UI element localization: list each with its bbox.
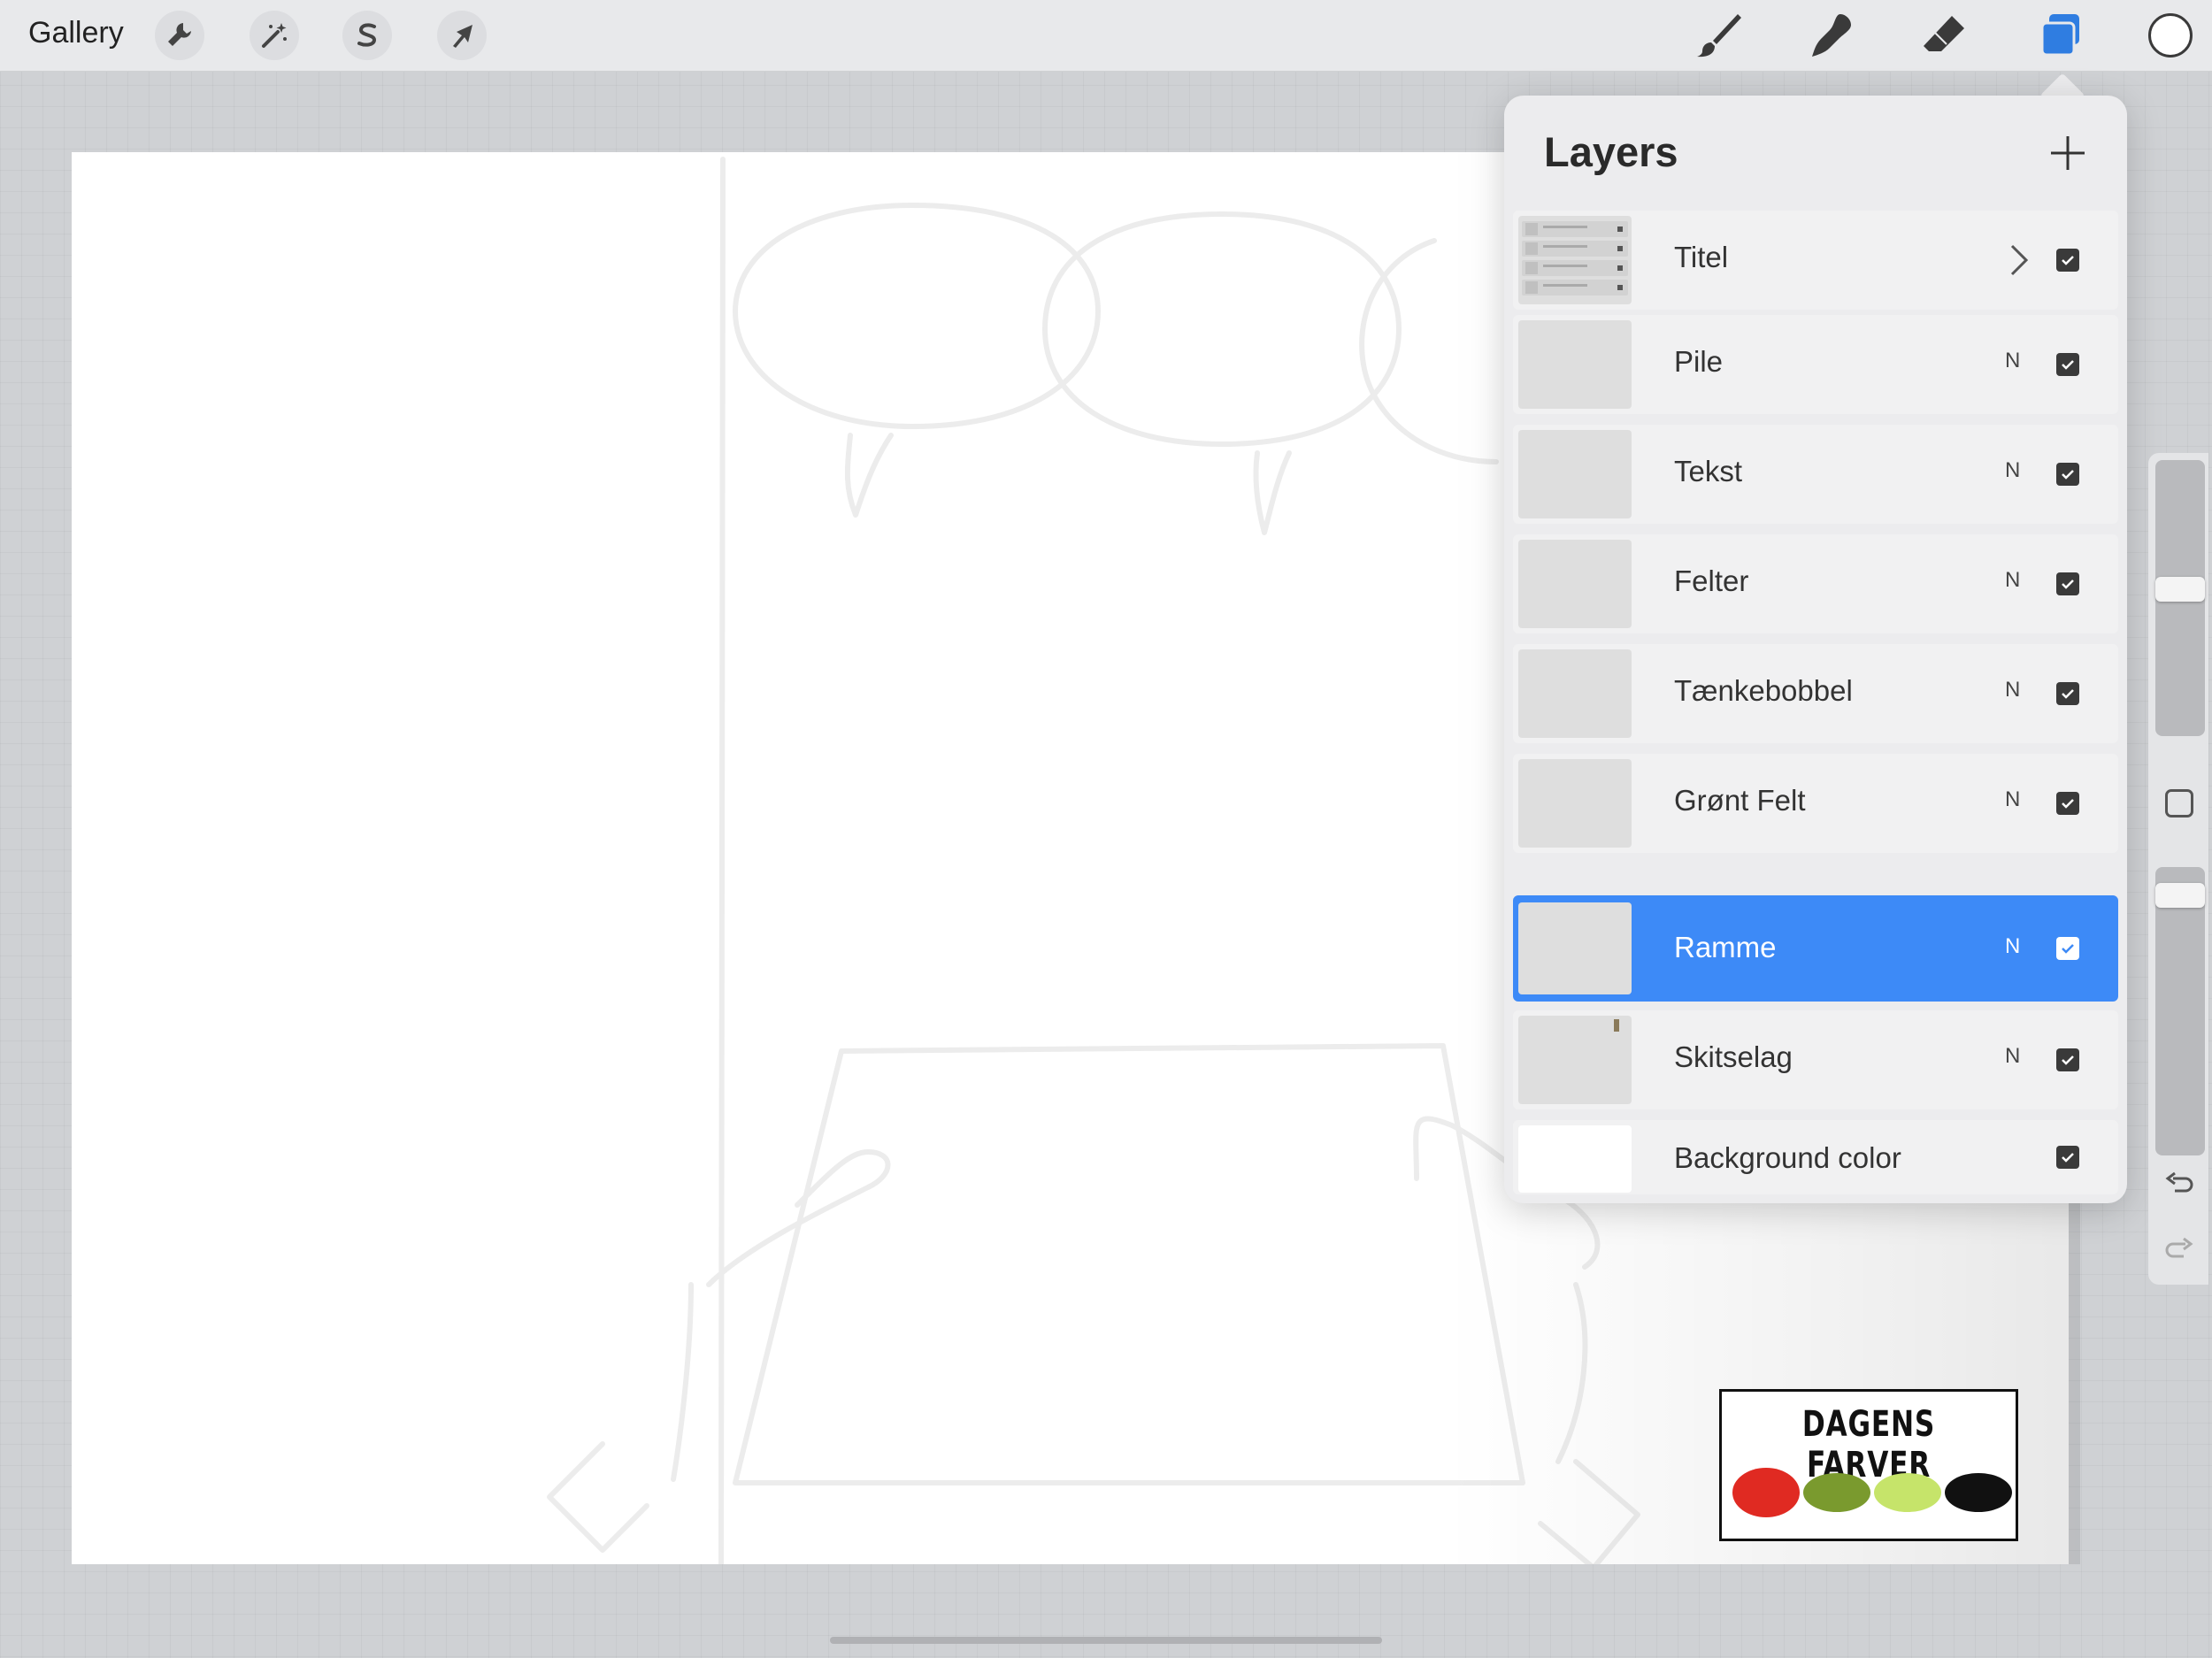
visibility-checkbox[interactable]	[2056, 353, 2079, 376]
layer-thumbnail	[1518, 649, 1632, 738]
layers-tool[interactable]	[2033, 9, 2086, 62]
eraser-icon	[1924, 16, 1964, 51]
home-indicator	[830, 1637, 1382, 1644]
layer-name: Pile	[1674, 345, 1724, 378]
visibility-checkbox[interactable]	[2056, 572, 2079, 595]
opacity-slider[interactable]	[2155, 867, 2205, 1155]
color-picker-button[interactable]	[2148, 13, 2193, 58]
smudge-icon	[1812, 14, 1851, 57]
swatch-3	[1945, 1473, 2012, 1512]
layer-name: Grønt Felt	[1674, 784, 1806, 817]
adjustments-button[interactable]	[250, 11, 299, 60]
transform-arrow-icon	[453, 25, 472, 48]
visibility-checkbox[interactable]	[2056, 249, 2079, 272]
layers-panel: Layers Titel Pile N Tekst N Felter N Tæn…	[1504, 96, 2127, 1203]
layer-name: Ramme	[1674, 931, 1777, 963]
undo-icon[interactable]	[2164, 1171, 2194, 1198]
redo-icon[interactable]	[2164, 1237, 2194, 1263]
visibility-checkbox[interactable]	[2056, 682, 2079, 705]
swatch-2	[1874, 1473, 1941, 1512]
eraser-tool[interactable]	[1918, 9, 1971, 62]
layer-row-ramme[interactable]: Ramme N	[1513, 895, 2118, 1002]
layer-row-skitselag[interactable]: Skitselag N	[1513, 1010, 2118, 1109]
layer-thumbnail	[1518, 430, 1632, 518]
layer-row-pile[interactable]: Pile N	[1513, 315, 2118, 414]
layer-thumbnail	[1518, 759, 1632, 848]
checkmark-icon	[2062, 1153, 2074, 1163]
layer-thumbnail	[1518, 320, 1632, 409]
checkmark-icon	[2062, 1055, 2074, 1065]
selection-button[interactable]	[342, 11, 392, 60]
blend-mode-button[interactable]: N	[2005, 458, 2020, 483]
opacity-thumb[interactable]	[2155, 883, 2205, 908]
checkmark-icon	[2062, 689, 2074, 699]
layer-name: Tekst	[1674, 455, 1743, 487]
chevron-right-icon[interactable]	[2008, 242, 2030, 278]
wrench-icon	[168, 23, 191, 46]
visibility-checkbox[interactable]	[2056, 792, 2079, 815]
modify-button[interactable]	[2165, 789, 2193, 817]
swatch-0	[1732, 1468, 1800, 1517]
blend-mode-button[interactable]: N	[2005, 934, 2020, 959]
blend-mode-button[interactable]: N	[2005, 1044, 2020, 1069]
smudge-tool[interactable]	[1805, 9, 1858, 62]
layer-name: Tænkebobbel	[1674, 674, 1853, 707]
layer-thumbnail	[1518, 1016, 1632, 1104]
layer-name: Titel	[1674, 241, 1729, 273]
visibility-checkbox[interactable]	[2056, 1048, 2079, 1071]
blend-mode-button[interactable]: N	[2005, 787, 2020, 812]
plus-icon[interactable]	[2047, 133, 2088, 173]
layer-row-felter[interactable]: Felter N	[1513, 534, 2118, 633]
layer-row-background-color[interactable]: Background color	[1513, 1120, 2118, 1194]
layer-name: Skitselag	[1674, 1040, 1793, 1073]
gallery-button[interactable]: Gallery	[28, 16, 124, 50]
brush-size-thumb[interactable]	[2155, 577, 2205, 602]
visibility-checkbox[interactable]	[2056, 463, 2079, 486]
checkmark-icon	[2062, 360, 2074, 370]
layer-thumbnail	[1518, 540, 1632, 628]
brush-tool[interactable]	[1692, 9, 1745, 62]
layer-row-tekst[interactable]: Tekst N	[1513, 425, 2118, 524]
layer-row-taenkebobbel[interactable]: Tænkebobbel N	[1513, 644, 2118, 743]
swatch-1	[1803, 1473, 1870, 1512]
layer-row-titel[interactable]: Titel	[1513, 211, 2118, 310]
dagens-farver-logo: DAGENS FARVER	[1719, 1389, 2018, 1541]
checkmark-icon	[2062, 256, 2074, 265]
transform-button[interactable]	[437, 11, 487, 60]
blend-mode-button[interactable]: N	[2005, 568, 2020, 593]
layer-thumbnail	[1518, 216, 1632, 304]
blend-mode-button[interactable]: N	[2005, 678, 2020, 702]
side-slider-bar	[2148, 453, 2208, 1285]
layer-name: Felter	[1674, 564, 1749, 597]
checkmark-icon	[2062, 799, 2074, 809]
layers-icon	[2040, 14, 2079, 57]
layers-panel-title: Layers	[1544, 128, 1678, 175]
selection-s-icon	[357, 23, 377, 47]
visibility-checkbox[interactable]	[2056, 937, 2079, 960]
top-toolbar: Gallery	[0, 0, 2212, 72]
layer-thumbnail	[1518, 902, 1632, 994]
magic-wand-icon	[262, 23, 287, 48]
layer-row-groent-felt[interactable]: Grønt Felt N	[1513, 754, 2118, 853]
checkmark-icon	[2062, 470, 2074, 480]
checkmark-icon	[2062, 580, 2074, 589]
actions-button[interactable]	[155, 11, 204, 60]
brush-size-slider[interactable]	[2155, 460, 2205, 736]
blend-mode-button[interactable]: N	[2005, 349, 2020, 373]
checkmark-icon	[2062, 944, 2074, 954]
brush-icon	[1697, 14, 1741, 58]
thumbnail-mark	[1614, 1019, 1619, 1032]
visibility-checkbox[interactable]	[2056, 1146, 2079, 1169]
layer-thumbnail	[1518, 1125, 1632, 1193]
layer-name: Background color	[1674, 1141, 1901, 1174]
color-swatches	[1732, 1468, 2012, 1517]
